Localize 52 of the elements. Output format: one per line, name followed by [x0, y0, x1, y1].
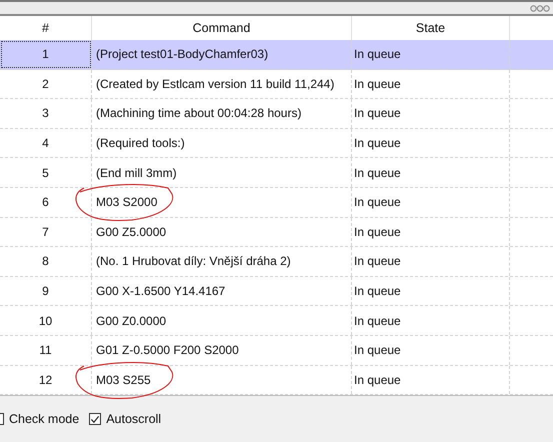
- table-cell: (Created by Estlcam version 11 build 11,244): [96, 76, 334, 91]
- table-row[interactable]: 2 (Created by Estlcam version 11 build 11,244) In queue: [0, 70, 553, 100]
- table-cell: In queue: [354, 195, 401, 210]
- table-cell: 11: [39, 343, 52, 358]
- table-cell: 12: [38, 372, 52, 387]
- table-cell: G00 Z5.0000: [96, 224, 166, 239]
- table-cell: G00 Z0.0000: [96, 314, 166, 328]
- table-cell: In queue: [354, 224, 401, 239]
- table-row[interactable]: 11 G01 Z-0.5000 F200 S2000 In queue: [0, 336, 553, 366]
- table-row[interactable]: 9 G00 X-1.6500 Y14.4167 In queue: [0, 276, 553, 306]
- table-cell: In queue: [354, 343, 401, 358]
- table-cell: 4: [42, 136, 49, 150]
- table-cell: 7: [42, 224, 49, 239]
- table-cell: G01 Z-0.5000 F200 S2000: [96, 343, 239, 358]
- table-row[interactable]: 8 (No. 1 Hrubovat díly: Vnější dráha 2) In queue: [0, 247, 553, 277]
- checkbox-label[interactable]: Check mode: [9, 412, 80, 426]
- table-cell: 1: [42, 47, 49, 62]
- table-row[interactable]: 3 (Machining time about 00:04:28 hours) In queue: [0, 99, 553, 129]
- table-cell: 3: [42, 106, 49, 120]
- table-cell: G00 X-1.6500 Y14.4167: [96, 284, 226, 298]
- table-cell: In queue: [354, 254, 401, 268]
- table-row[interactable]: 1 (Project test01-BodyChamfer03) In queue: [0, 40, 553, 70]
- table-cell: (Project test01-BodyChamfer03): [96, 47, 268, 62]
- table-cell: (No. 1 Hrubovat díly: Vnější dráha 2): [96, 254, 291, 268]
- table-cell: 5: [42, 166, 49, 180]
- table-cell: In queue: [354, 166, 401, 180]
- table-cell: In queue: [354, 76, 401, 91]
- table-cell: In queue: [354, 136, 401, 150]
- table-cell: In queue: [354, 106, 401, 120]
- checkbox[interactable]: [89, 413, 102, 426]
- table-cell: (End mill 3mm): [96, 166, 177, 180]
- table-cell: 2: [42, 76, 49, 91]
- table-cell: M03 S2000: [96, 195, 158, 210]
- table-cell: In queue: [354, 284, 401, 298]
- table-cell: 9: [42, 284, 49, 298]
- table-cell: 6: [42, 195, 49, 210]
- table-cell: (Machining time about 00:04:28 hours): [96, 106, 302, 120]
- table-row[interactable]: 12 M03 S255 In queue: [0, 366, 553, 396]
- table-row[interactable]: 4 (Required tools:) In queue: [0, 128, 553, 158]
- table-row[interactable]: 7 G00 Z5.0000 In queue: [0, 218, 553, 248]
- table-cell: In queue: [354, 314, 401, 328]
- table-cell: M03 S255: [96, 372, 151, 387]
- table-cell: 10: [38, 314, 52, 328]
- table-cell: In queue: [354, 372, 401, 387]
- checkbox-label[interactable]: Autoscroll: [106, 412, 162, 426]
- table-cell: (Required tools:): [96, 136, 185, 150]
- table-row[interactable]: 6 M03 S2000 In queue: [0, 188, 553, 218]
- table-row[interactable]: 10 G00 Z0.0000 In queue: [0, 306, 553, 336]
- more-icon[interactable]: [530, 4, 550, 12]
- table-cell: 8: [42, 254, 49, 268]
- table-cell: In queue: [354, 47, 401, 62]
- table-row[interactable]: 5 (End mill 3mm) In queue: [0, 158, 553, 188]
